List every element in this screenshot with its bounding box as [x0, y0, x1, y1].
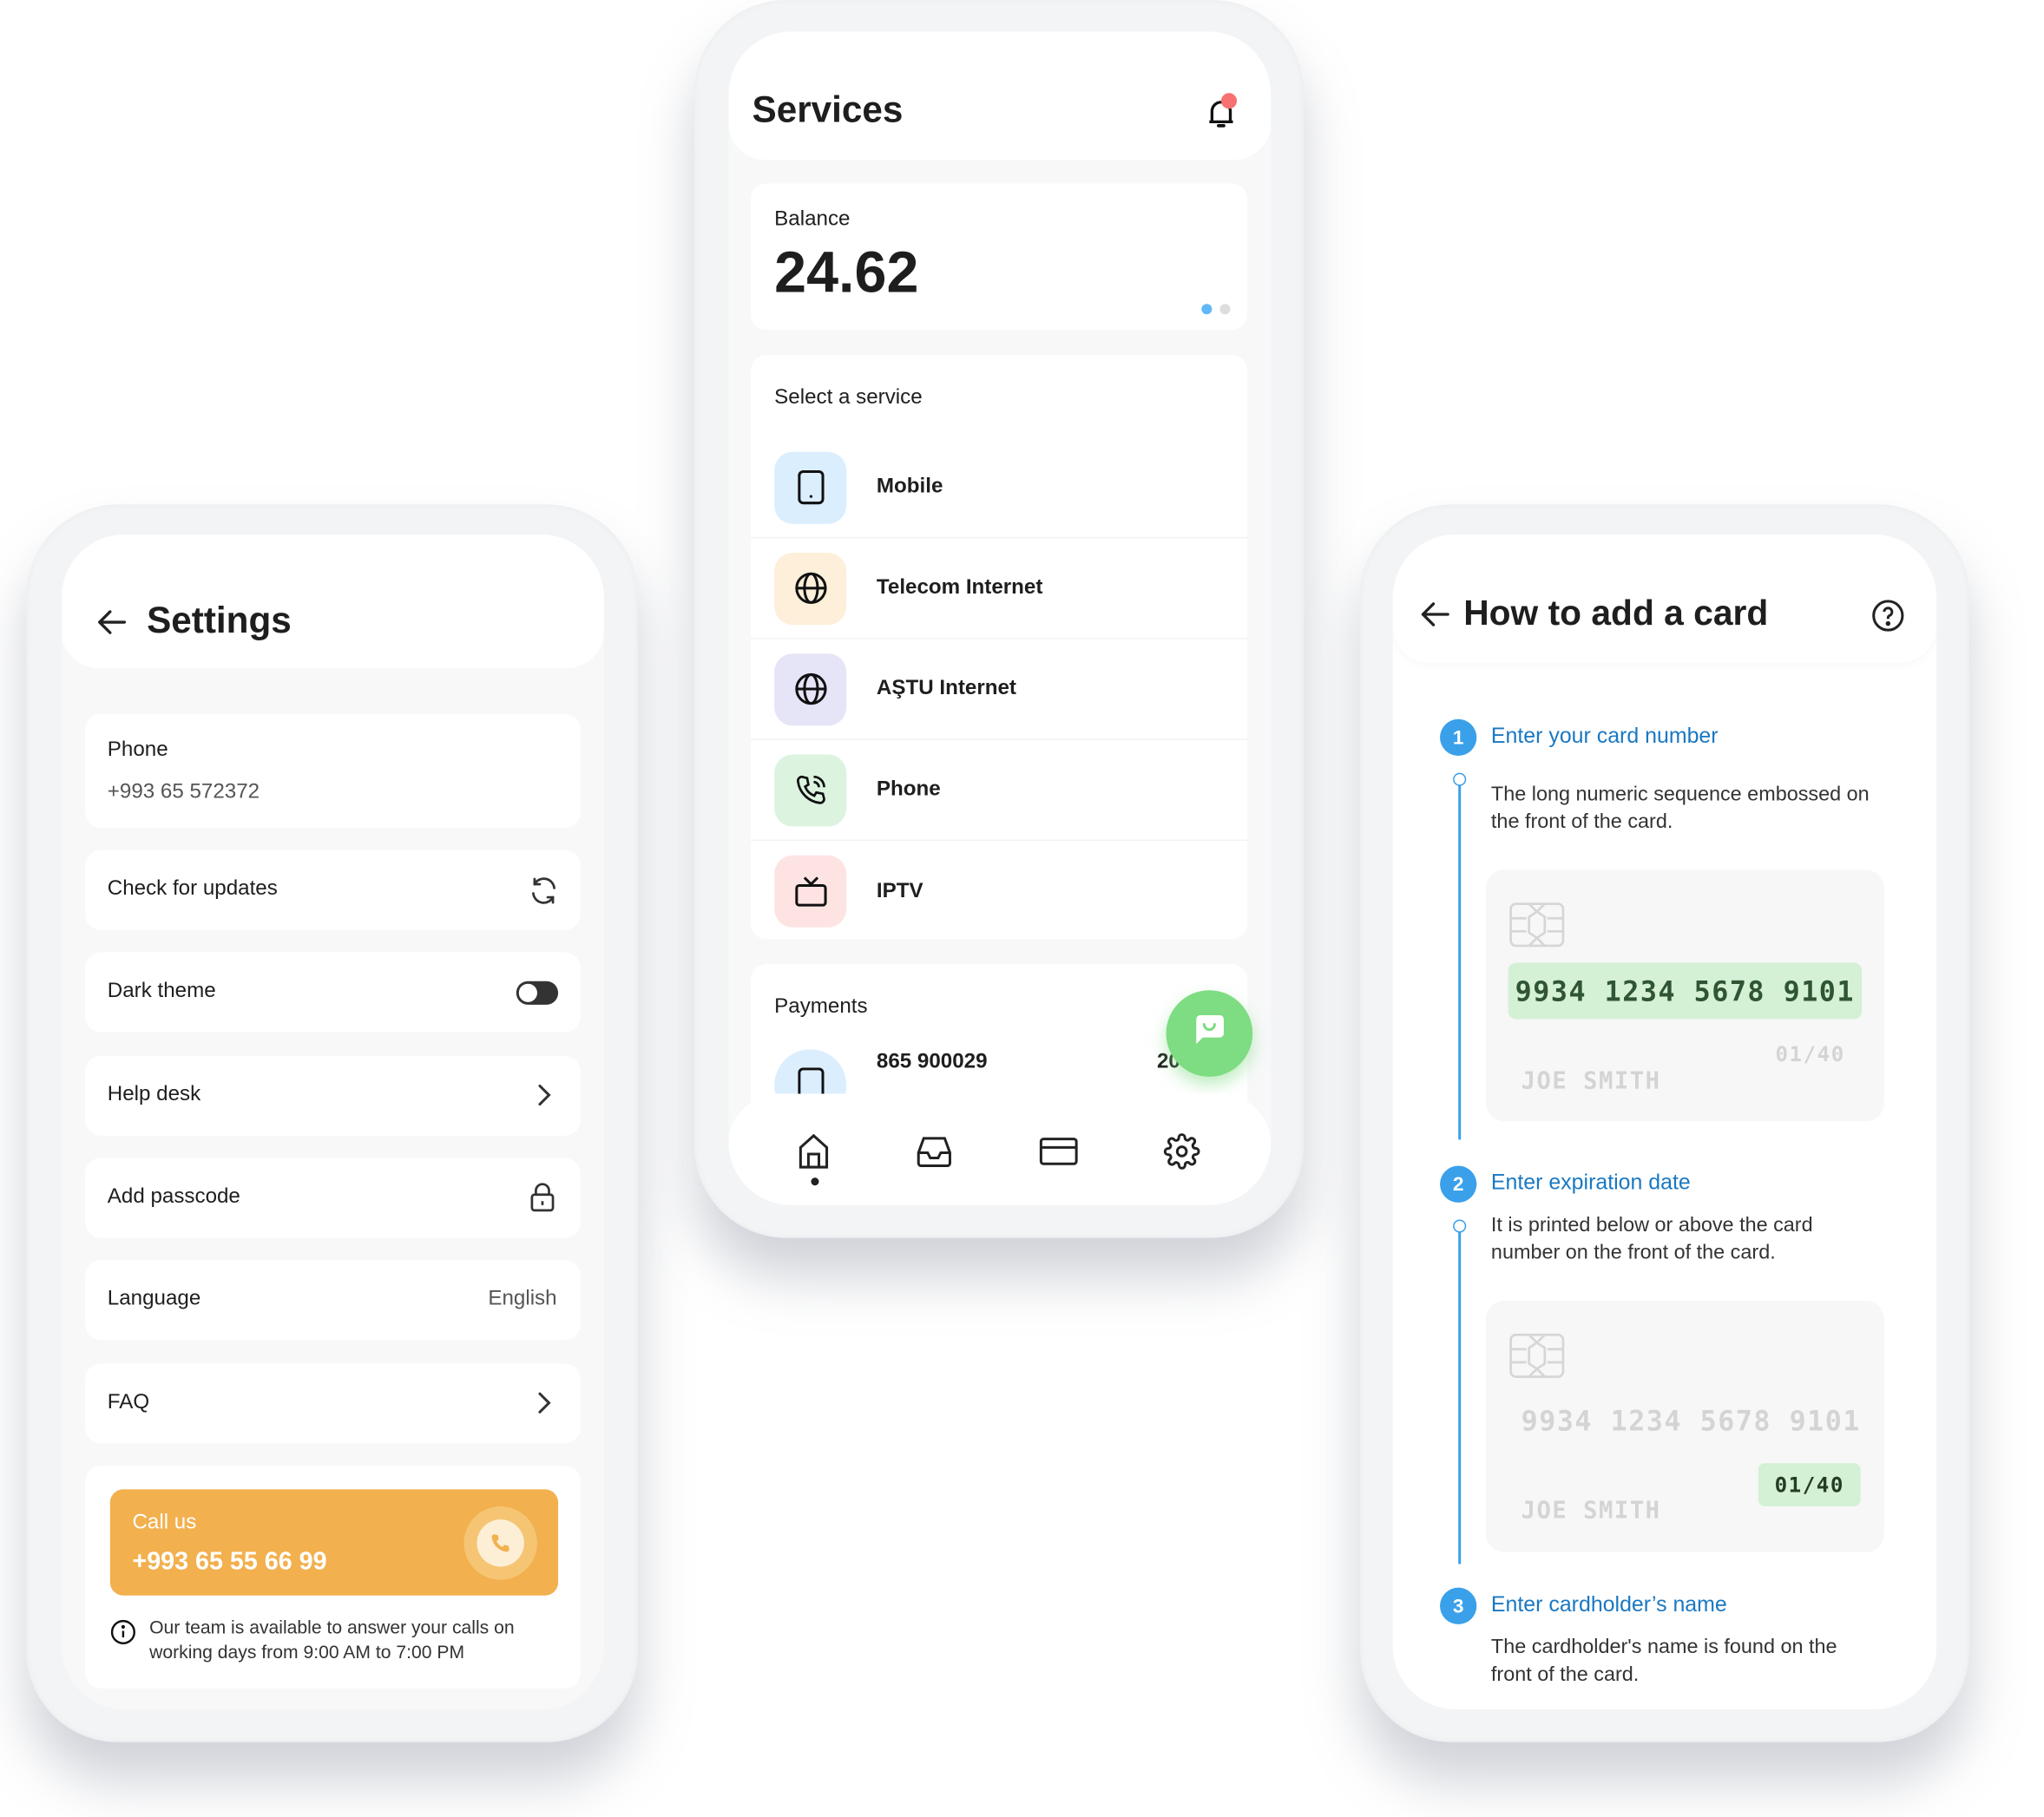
step-number: 2: [1440, 1165, 1477, 1203]
call-us-button[interactable]: Call us +993 65 55 66 99: [109, 1489, 559, 1596]
service-label: IPTV: [876, 879, 923, 902]
item-label: Language: [107, 1287, 201, 1310]
section-label: Payments: [774, 995, 868, 1018]
chat-icon: [1191, 1012, 1227, 1055]
call-number: +993 65 55 66 99: [132, 1548, 327, 1577]
service-item-astu-internet[interactable]: AŞTU Internet: [751, 640, 1248, 740]
service-list: Select a service Mobile Telecom Internet…: [751, 355, 1248, 941]
services-header: Services: [728, 31, 1272, 161]
service-label: Telecom Internet: [876, 576, 1043, 599]
payment-number[interactable]: 865 900029: [877, 1051, 988, 1074]
call-label: Call us: [132, 1512, 197, 1534]
settings-header: Settings: [61, 534, 604, 668]
phone-icon: [463, 1506, 537, 1580]
card-name: JOE SMITH: [1521, 1497, 1661, 1525]
card-number: 9934 1234 5678 9101: [1521, 1405, 1861, 1438]
add-passcode-item[interactable]: Add passcode: [85, 1158, 581, 1238]
card-example-expiry: 9934 1234 5678 9101 01/40 JOE SMITH: [1485, 1301, 1884, 1552]
bottom-nav: [728, 1093, 1272, 1205]
service-label: Phone: [876, 777, 941, 801]
step-desc: The long numeric sequence embossed on th…: [1490, 783, 1870, 834]
service-item-telecom-internet[interactable]: Telecom Internet: [751, 538, 1248, 640]
chevron-right-icon: [536, 1083, 551, 1113]
back-arrow-icon[interactable]: [1419, 600, 1450, 635]
settings-screen: Settings Phone +993 65 572372 Check for …: [61, 534, 604, 1710]
globe-icon: [774, 552, 847, 625]
dark-theme-item: Dark theme: [85, 952, 581, 1033]
info-icon: [110, 1619, 136, 1652]
globe-icon: [774, 653, 847, 725]
timeline-line: [1458, 1225, 1461, 1564]
service-label: AŞTU Internet: [876, 677, 1016, 700]
step-number: 3: [1440, 1587, 1477, 1624]
help-icon[interactable]: [1871, 599, 1905, 640]
card-icon[interactable]: [1039, 1137, 1078, 1172]
section-label: Select a service: [774, 386, 923, 409]
bell-icon[interactable]: [1201, 93, 1240, 139]
step-desc: The cardholder's name is found on the fr…: [1490, 1636, 1837, 1686]
mobile-icon: [774, 451, 847, 524]
howto-header: How to add a card: [1392, 534, 1937, 663]
settings-icon[interactable]: [1163, 1133, 1200, 1177]
card-example-number: 9934 1234 5678 9101 01/40 JOE SMITH: [1485, 869, 1884, 1122]
service-label: Mobile: [876, 475, 943, 498]
phone-label: Phone: [107, 738, 168, 762]
inbox-icon[interactable]: [916, 1134, 952, 1175]
chip-icon: [1509, 902, 1565, 954]
step-desc: It is printed below or above the card nu…: [1490, 1214, 1813, 1264]
card-number-highlight: 9934 1234 5678 9101: [1508, 962, 1863, 1020]
home-icon[interactable]: [795, 1133, 831, 1177]
page-title: How to add a card: [1463, 593, 1769, 633]
item-label: Help desk: [107, 1083, 201, 1106]
language-item[interactable]: Language English: [85, 1260, 581, 1341]
help-desk-item[interactable]: Help desk: [85, 1055, 581, 1136]
carousel-dot-active[interactable]: [1201, 304, 1213, 315]
refresh-icon: [528, 875, 559, 913]
dark-theme-toggle[interactable]: [516, 981, 559, 1005]
lock-icon: [529, 1182, 555, 1220]
timeline-dot: [1453, 772, 1467, 786]
timeline-line: [1458, 780, 1461, 1140]
call-card: Call us +993 65 55 66 99 Our team is ava…: [85, 1466, 581, 1689]
service-item-iptv[interactable]: IPTV: [751, 841, 1247, 941]
tv-icon: [774, 855, 847, 928]
balance-value: 24.62: [774, 240, 919, 305]
info-text: Our team is available to answer your cal…: [149, 1616, 515, 1663]
active-indicator: [811, 1177, 819, 1186]
step-number: 1: [1440, 718, 1477, 757]
balance-card: Balance 24.62: [751, 183, 1248, 331]
item-label: Add passcode: [107, 1185, 240, 1208]
check-updates-item[interactable]: Check for updates: [85, 849, 581, 930]
page-title: Services: [752, 89, 904, 130]
service-item-mobile[interactable]: Mobile: [751, 437, 1248, 539]
phone-icon: [774, 753, 847, 826]
back-arrow-icon[interactable]: [95, 607, 127, 636]
language-value: English: [488, 1287, 557, 1310]
page-title: Settings: [147, 600, 292, 641]
chevron-right-icon: [536, 1391, 551, 1421]
step-title: Enter expiration date: [1490, 1171, 1691, 1195]
faq-item[interactable]: FAQ: [85, 1363, 581, 1444]
phone-value: +993 65 572372: [107, 780, 260, 804]
card-name: JOE SMITH: [1521, 1067, 1661, 1096]
balance-label: Balance: [774, 208, 851, 231]
card-expiry-highlight: 01/40: [1758, 1463, 1861, 1507]
item-label: Check for updates: [107, 877, 278, 901]
step-title: Enter cardholder’s name: [1490, 1592, 1727, 1617]
chat-fab[interactable]: [1166, 990, 1253, 1077]
phone-card: Phone +993 65 572372: [85, 713, 581, 829]
step-title: Enter your card number: [1490, 724, 1719, 748]
services-screen: Services Balance 24.62 Select a service …: [728, 31, 1272, 1205]
service-item-phone[interactable]: Phone: [751, 740, 1248, 842]
item-label: FAQ: [107, 1391, 150, 1414]
chip-icon: [1509, 1333, 1565, 1385]
carousel-dot[interactable]: [1219, 304, 1231, 315]
item-label: Dark theme: [107, 980, 216, 1002]
timeline-dot: [1453, 1219, 1467, 1233]
card-expiry: 01/40: [1775, 1041, 1845, 1066]
